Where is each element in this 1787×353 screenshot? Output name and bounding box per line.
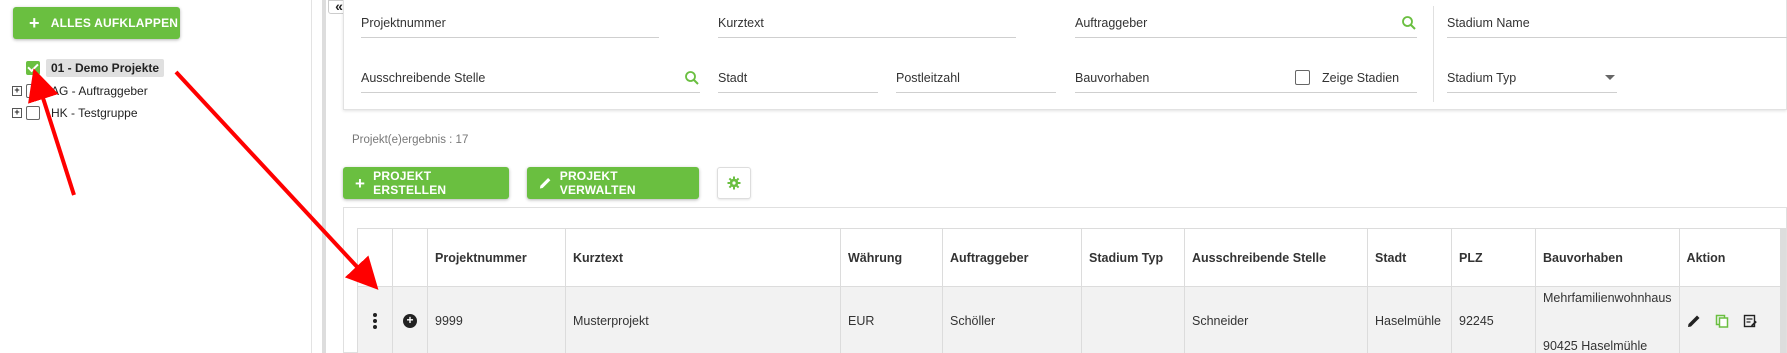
tree-checkbox[interactable]: [26, 61, 40, 75]
auftraggeber-field[interactable]: Auftraggeber: [1075, 8, 1417, 38]
column-header[interactable]: Projektnummer: [427, 228, 566, 287]
table-scrollbar[interactable]: [1780, 228, 1786, 353]
project-tree-panel: + ALLES AUFKLAPPEN 01 - Demo Projekte + …: [0, 0, 312, 353]
tree-item-label[interactable]: AG - Auftraggeber: [46, 82, 153, 100]
checkbox-label: Zeige Stadien: [1322, 70, 1400, 85]
tree-item-testgruppe[interactable]: + HK - Testgruppe: [12, 103, 143, 123]
result-count: Projekt(e)ergebnis : 17: [352, 134, 469, 146]
cell-auftraggeber: Schöller: [942, 286, 1082, 353]
project-table: Projektnummer Kurztext Währung Auftragge…: [357, 228, 1782, 353]
checkbox-icon[interactable]: [1295, 70, 1310, 85]
field-label: Stadium Name: [1447, 15, 1530, 30]
dropdown-arrow-icon[interactable]: [1605, 75, 1615, 80]
field-label: Auftraggeber: [1075, 15, 1148, 30]
plus-icon: +: [29, 13, 40, 33]
column-header: [357, 228, 393, 287]
table-header-row: Projektnummer Kurztext Währung Auftragge…: [357, 228, 1782, 287]
tree-checkbox[interactable]: [26, 84, 40, 98]
column-header: Aktion: [1678, 228, 1782, 287]
column-header[interactable]: Ausschreibende Stelle: [1184, 228, 1368, 287]
manage-project-button[interactable]: PROJEKT VERWALTEN: [527, 167, 699, 199]
column-header[interactable]: Kurztext: [565, 228, 841, 287]
ausschreibende-stelle-field[interactable]: Ausschreibende Stelle: [361, 63, 700, 93]
cell-stadt: Haselmühle: [1367, 286, 1452, 353]
field-label: Stadium Typ: [1447, 70, 1517, 85]
column-header[interactable]: Bauvorhaben: [1535, 228, 1680, 287]
tree-item-label[interactable]: HK - Testgruppe: [46, 104, 143, 122]
notes-icon[interactable]: [1743, 314, 1757, 328]
column-header[interactable]: Stadium Typ: [1081, 228, 1185, 287]
field-label: Kurztext: [718, 15, 764, 30]
search-icon[interactable]: [1401, 15, 1417, 31]
settings-button[interactable]: [717, 167, 751, 199]
cell-aktion: [1678, 286, 1782, 353]
expand-toggle-icon[interactable]: +: [12, 108, 22, 118]
cell-stadium-typ: [1081, 286, 1185, 353]
cell-plz: 92245: [1451, 286, 1536, 353]
filter-panel: Projektnummer Kurztext Auftraggeber Stad…: [343, 0, 1787, 110]
field-label: Ausschreibende Stelle: [361, 70, 486, 85]
field-label: Stadt: [718, 70, 748, 85]
column-header[interactable]: Auftraggeber: [942, 228, 1082, 287]
bauvorhaben-line2: 90425 Haselmühle: [1543, 339, 1648, 353]
cell-kurztext: Musterprojekt: [565, 286, 841, 353]
gear-icon: [727, 176, 741, 190]
copy-icon[interactable]: [1715, 314, 1729, 328]
projektnummer-field[interactable]: Projektnummer: [361, 8, 659, 38]
project-table-container: Projektnummer Kurztext Währung Auftragge…: [343, 207, 1787, 353]
table-row[interactable]: + 9999 Musterprojekt EUR Schöller Schnei…: [357, 286, 1782, 353]
plus-icon: +: [355, 173, 366, 193]
bauvorhaben-line1: Mehrfamilienwohnhaus: [1543, 291, 1672, 305]
field-label: Postleitzahl: [896, 70, 960, 85]
tree-item-demo-projekte[interactable]: 01 - Demo Projekte: [12, 58, 165, 78]
column-header[interactable]: Währung: [840, 228, 943, 287]
kebab-menu-icon[interactable]: [365, 312, 385, 329]
cell-ausschreibende-stelle: Schneider: [1184, 286, 1368, 353]
field-label: Projektnummer: [361, 15, 446, 30]
stadium-name-field[interactable]: Stadium Name: [1447, 8, 1787, 38]
column-header: [392, 228, 428, 287]
column-header[interactable]: Stadt: [1367, 228, 1452, 287]
cell-waehrung: EUR: [840, 286, 943, 353]
panel-splitter[interactable]: [322, 0, 326, 353]
zeige-stadien-checkbox[interactable]: Zeige Stadien: [1295, 70, 1399, 85]
column-header[interactable]: PLZ: [1451, 228, 1536, 287]
tree-item-label[interactable]: 01 - Demo Projekte: [46, 59, 165, 77]
row-menu-cell[interactable]: [357, 286, 393, 353]
button-label: PROJEKT VERWALTEN: [559, 169, 636, 197]
tree-checkbox[interactable]: [26, 106, 40, 120]
stadt-field[interactable]: Stadt: [718, 63, 878, 93]
search-icon[interactable]: [684, 70, 700, 86]
cell-projektnummer: 9999: [427, 286, 566, 353]
kurztext-field[interactable]: Kurztext: [718, 8, 1016, 38]
edit-icon[interactable]: [1687, 314, 1701, 328]
create-project-button[interactable]: + PROJEKT ERSTELLEN: [343, 167, 509, 199]
expand-all-label: ALLES AUFKLAPPEN: [50, 16, 179, 30]
button-label: PROJEKT ERSTELLEN: [373, 169, 447, 197]
plus-circle-icon[interactable]: +: [403, 313, 417, 328]
pencil-icon: [539, 177, 551, 189]
expand-toggle-icon[interactable]: +: [12, 86, 22, 96]
cell-bauvorhaben: Mehrfamilienwohnhaus 90425 Haselmühle: [1535, 286, 1680, 353]
filter-divider: [1433, 6, 1434, 102]
postleitzahl-field[interactable]: Postleitzahl: [896, 63, 1056, 93]
expand-all-button[interactable]: + ALLES AUFKLAPPEN: [13, 7, 180, 39]
row-expand-cell[interactable]: +: [392, 286, 428, 353]
tree-item-auftraggeber[interactable]: + AG - Auftraggeber: [12, 81, 153, 101]
stadium-typ-select[interactable]: Stadium Typ: [1447, 63, 1617, 93]
